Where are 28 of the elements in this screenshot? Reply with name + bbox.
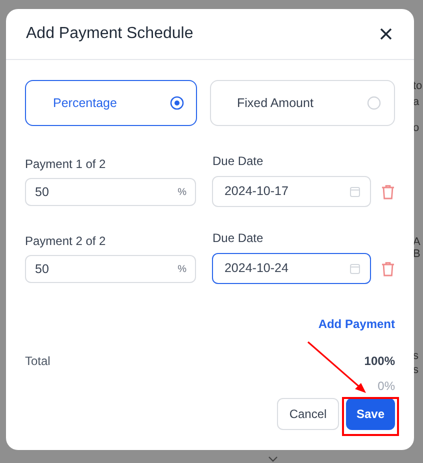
add-payment-link[interactable]: Add Payment <box>318 315 395 333</box>
field-label: Payment 2 of 2 <box>25 233 107 250</box>
remaining-value: 0% <box>378 378 395 395</box>
cancel-button[interactable]: Cancel <box>277 398 339 430</box>
date-field[interactable]: 2024-10-24 <box>212 253 371 284</box>
radio-icon <box>367 96 381 110</box>
payment-type-option[interactable]: Fixed Amount <box>210 80 395 126</box>
background-text: to <box>413 80 422 93</box>
field-label: Due Date <box>212 230 264 247</box>
field-label: Due Date <box>212 153 264 170</box>
close-icon[interactable] <box>378 26 394 42</box>
amount-field[interactable]: 50 % <box>25 255 196 283</box>
save-button[interactable]: Save <box>346 398 395 430</box>
radio-icon <box>170 96 184 110</box>
total-label: Total <box>25 353 50 370</box>
payment-type-option[interactable]: Percentage <box>25 80 197 126</box>
delete-icon[interactable] <box>381 184 395 200</box>
chevron-icon <box>268 456 278 462</box>
field-label: Payment 1 of 2 <box>25 156 107 173</box>
total-value: 100% <box>364 353 395 370</box>
background-text: B <box>413 248 420 261</box>
delete-icon[interactable] <box>381 261 395 277</box>
dialog-title: Add Payment Schedule <box>26 24 194 44</box>
amount-field[interactable]: 50 % <box>25 178 196 206</box>
highlight-box <box>342 397 399 436</box>
date-field[interactable]: 2024-10-17 <box>212 176 371 207</box>
calendar-icon[interactable] <box>350 264 360 274</box>
calendar-icon[interactable] <box>350 186 360 196</box>
